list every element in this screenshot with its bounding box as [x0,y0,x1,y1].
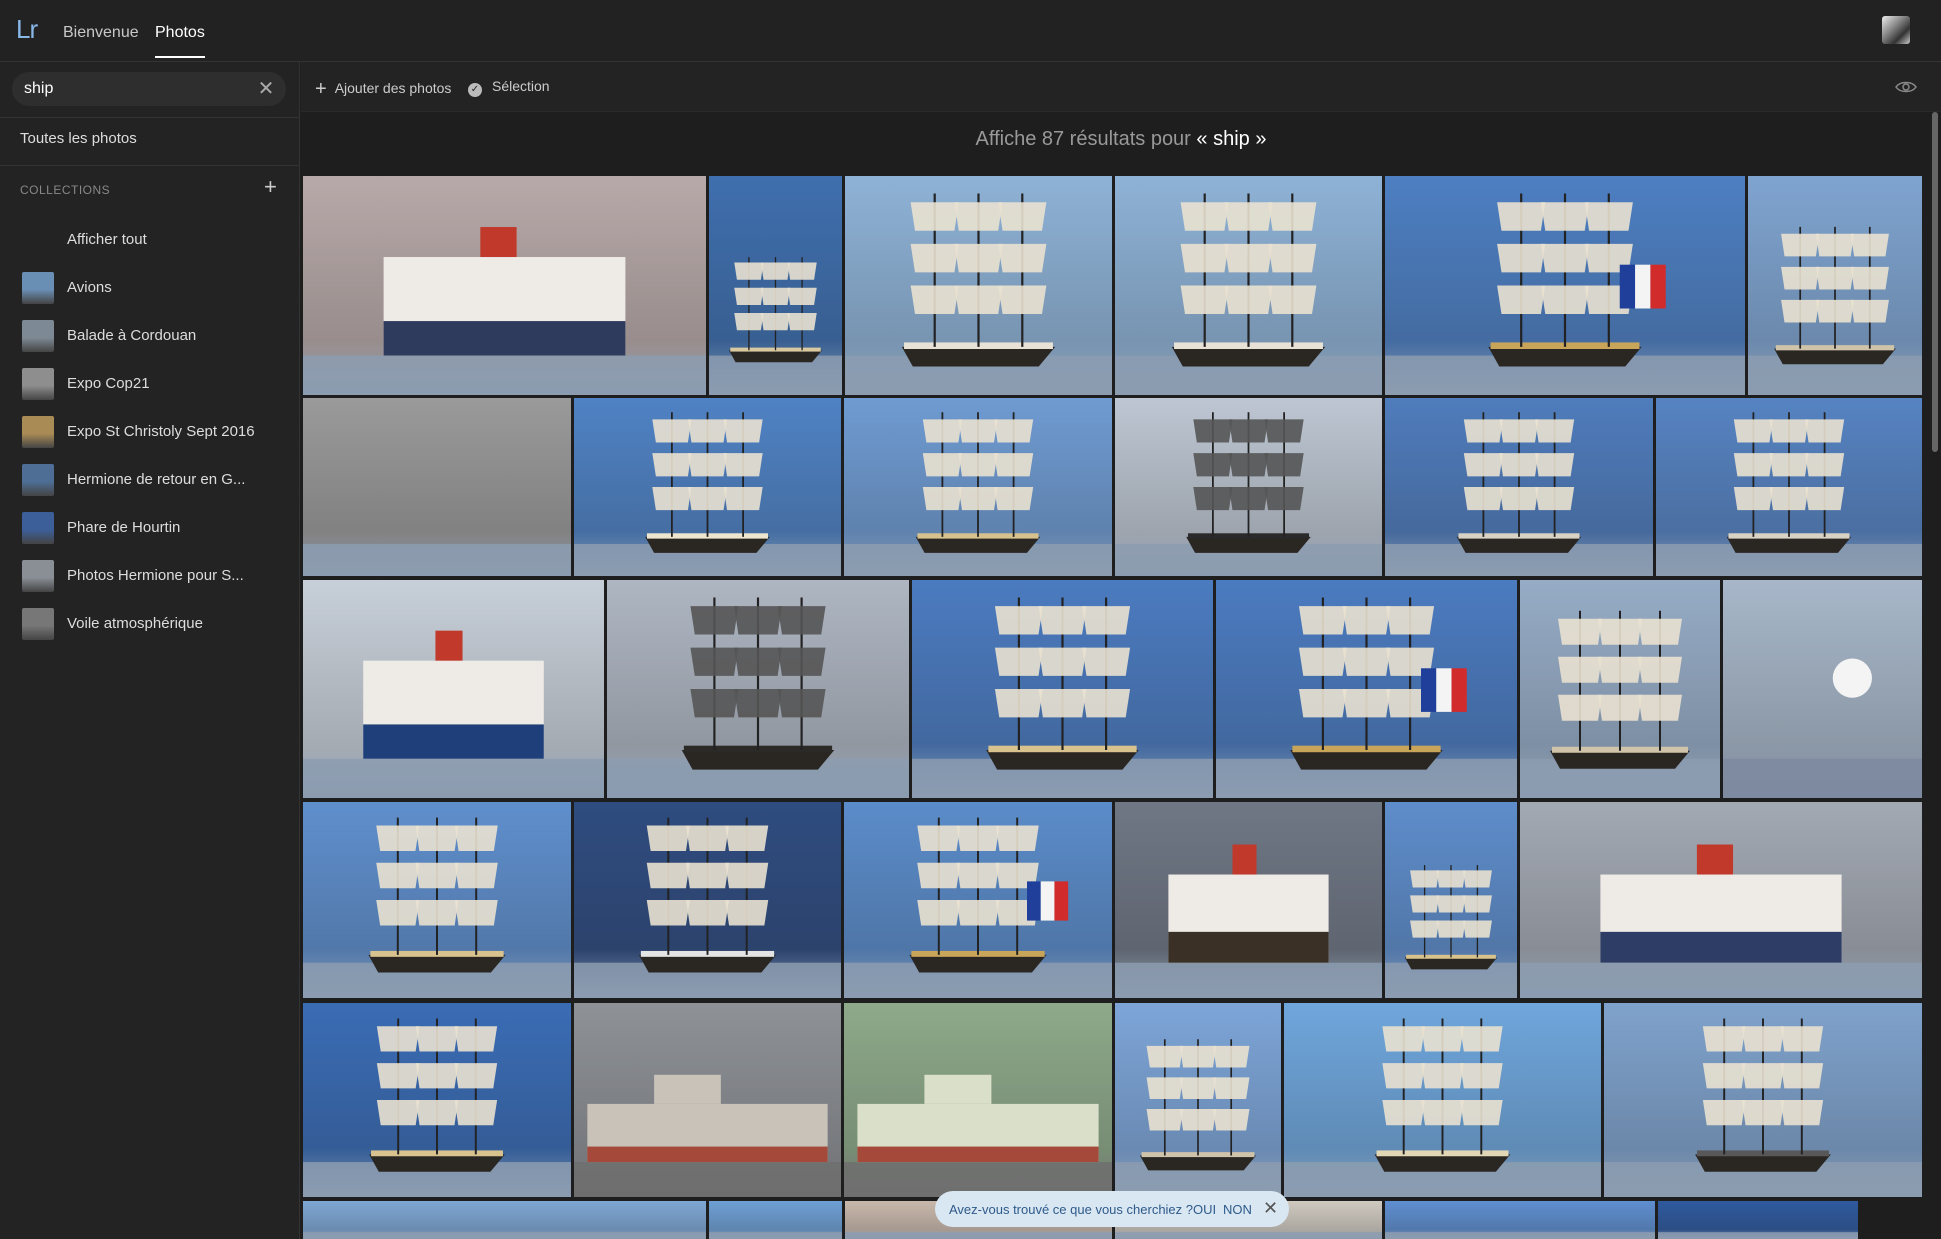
collection-label: Expo Cop21 [67,375,150,392]
collection-item[interactable]: Photos Hermione pour S... [0,552,300,600]
all-photos-link[interactable]: Toutes les photos [20,130,137,147]
photo-thumbnail[interactable] [1115,802,1382,998]
photo-thumbnail[interactable] [1748,176,1922,395]
photo-thumbnail[interactable] [1656,398,1922,576]
results-prefix: Affiche 87 résultats pour [975,128,1197,150]
collection-item[interactable]: Expo Cop21 [0,360,300,408]
photo-thumbnail[interactable] [845,176,1112,395]
plus-icon: + [315,78,327,100]
collection-label: Afficher tout [67,231,147,248]
photo-thumbnail[interactable] [1658,1201,1858,1239]
collection-thumbnail [22,416,54,448]
toolbar: + Ajouter des photos ✓ Sélection [301,62,1941,112]
feedback-no-button[interactable]: NON [1223,1202,1252,1217]
collection-label: Phare de Hourtin [67,519,181,536]
photo-thumbnail[interactable] [1115,176,1382,395]
top-bar: Lr Bienvenue Photos [0,0,1941,62]
photo-thumbnail[interactable] [574,802,841,998]
photo-thumbnail[interactable] [303,580,604,798]
collection-label: Avions [67,279,112,296]
photo-thumbnail[interactable] [1115,1003,1281,1197]
search-box: ✕ [12,72,286,106]
collection-thumbnail [22,272,54,304]
divider [0,117,300,118]
results-heading: Affiche 87 résultats pour « ship » [301,128,1941,151]
collection-label: Voile atmosphérique [67,615,203,632]
tab-bienvenue[interactable]: Bienvenue [63,24,139,42]
collection-label: Expo St Christoly Sept 2016 [67,423,255,440]
photo-thumbnail[interactable] [303,1003,571,1197]
photo-thumbnail[interactable] [574,1003,841,1197]
collection-thumbnail [22,320,54,352]
lightroom-logo[interactable]: Lr [16,14,38,45]
sidebar: ✕ Toutes les photos COLLECTIONS + Affich… [0,62,300,1239]
collection-thumbnail [22,368,54,400]
collection-label: Photos Hermione pour S... [67,567,244,584]
add-photos-button[interactable]: + Ajouter des photos [315,78,451,101]
collection-thumbnail [22,464,54,496]
photo-thumbnail[interactable] [1520,580,1720,798]
add-collection-icon[interactable]: + [264,174,277,200]
photo-thumbnail[interactable] [844,1003,1112,1197]
collections-header: COLLECTIONS [20,183,111,197]
photo-thumbnail[interactable] [1385,1201,1655,1239]
results-query: « ship » [1196,128,1267,150]
photo-thumbnail[interactable] [1723,580,1922,798]
collection-item[interactable]: Phare de Hourtin [0,504,300,552]
collection-item[interactable]: Avions [0,264,300,312]
photo-thumbnail[interactable] [1115,398,1382,576]
feedback-question: Avez-vous trouvé ce que vous cherchiez ? [949,1202,1194,1217]
photo-thumbnail[interactable] [844,398,1112,576]
photo-thumbnail[interactable] [303,398,571,576]
photo-thumbnail[interactable] [1520,802,1922,998]
collection-label: Hermione de retour en G... [67,471,246,488]
photo-thumbnail[interactable] [574,398,841,576]
photo-thumbnail[interactable] [1284,1003,1601,1197]
search-input[interactable] [24,72,254,106]
photo-thumbnail[interactable] [607,580,909,798]
scrollbar[interactable] [1932,112,1938,452]
user-avatar[interactable] [1882,16,1910,44]
photo-thumbnail[interactable] [709,1201,842,1239]
collection-item[interactable]: Balade à Cordouan [0,312,300,360]
photo-thumbnail[interactable] [1385,176,1745,395]
eye-icon[interactable] [1895,80,1917,94]
photo-thumbnail[interactable] [303,1201,706,1239]
photo-thumbnail[interactable] [1385,398,1653,576]
selection-label: Sélection [492,78,550,94]
collection-thumbnail [22,608,54,640]
clear-search-icon[interactable]: ✕ [256,79,276,99]
tab-photos[interactable]: Photos [155,24,205,58]
collection-item[interactable]: Hermione de retour en G... [0,456,300,504]
collection-thumbnail [22,512,54,544]
photo-thumbnail[interactable] [912,580,1213,798]
divider [0,165,300,166]
feedback-bar: Avez-vous trouvé ce que vous cherchiez ?… [935,1191,1289,1227]
add-photos-label: Ajouter des photos [334,80,452,96]
collection-label: Balade à Cordouan [67,327,197,344]
photo-thumbnail[interactable] [1604,1003,1922,1197]
photo-thumbnail[interactable] [1385,802,1517,998]
collection-thumbnail [22,560,54,592]
grid-icon [22,224,54,256]
collection-item[interactable]: Afficher tout [0,216,300,264]
photo-thumbnail[interactable] [709,176,842,395]
selection-button[interactable]: ✓ Sélection [468,78,550,97]
collection-item[interactable]: Expo St Christoly Sept 2016 [0,408,300,456]
photo-thumbnail[interactable] [844,802,1112,998]
photo-thumbnail[interactable] [1216,580,1517,798]
close-feedback-icon[interactable]: ✕ [1263,1198,1278,1219]
check-circle-icon: ✓ [468,83,482,97]
feedback-yes-button[interactable]: OUI [1193,1202,1216,1217]
collection-item[interactable]: Voile atmosphérique [0,600,300,648]
photo-thumbnail[interactable] [303,802,571,998]
photo-thumbnail[interactable] [303,176,706,395]
